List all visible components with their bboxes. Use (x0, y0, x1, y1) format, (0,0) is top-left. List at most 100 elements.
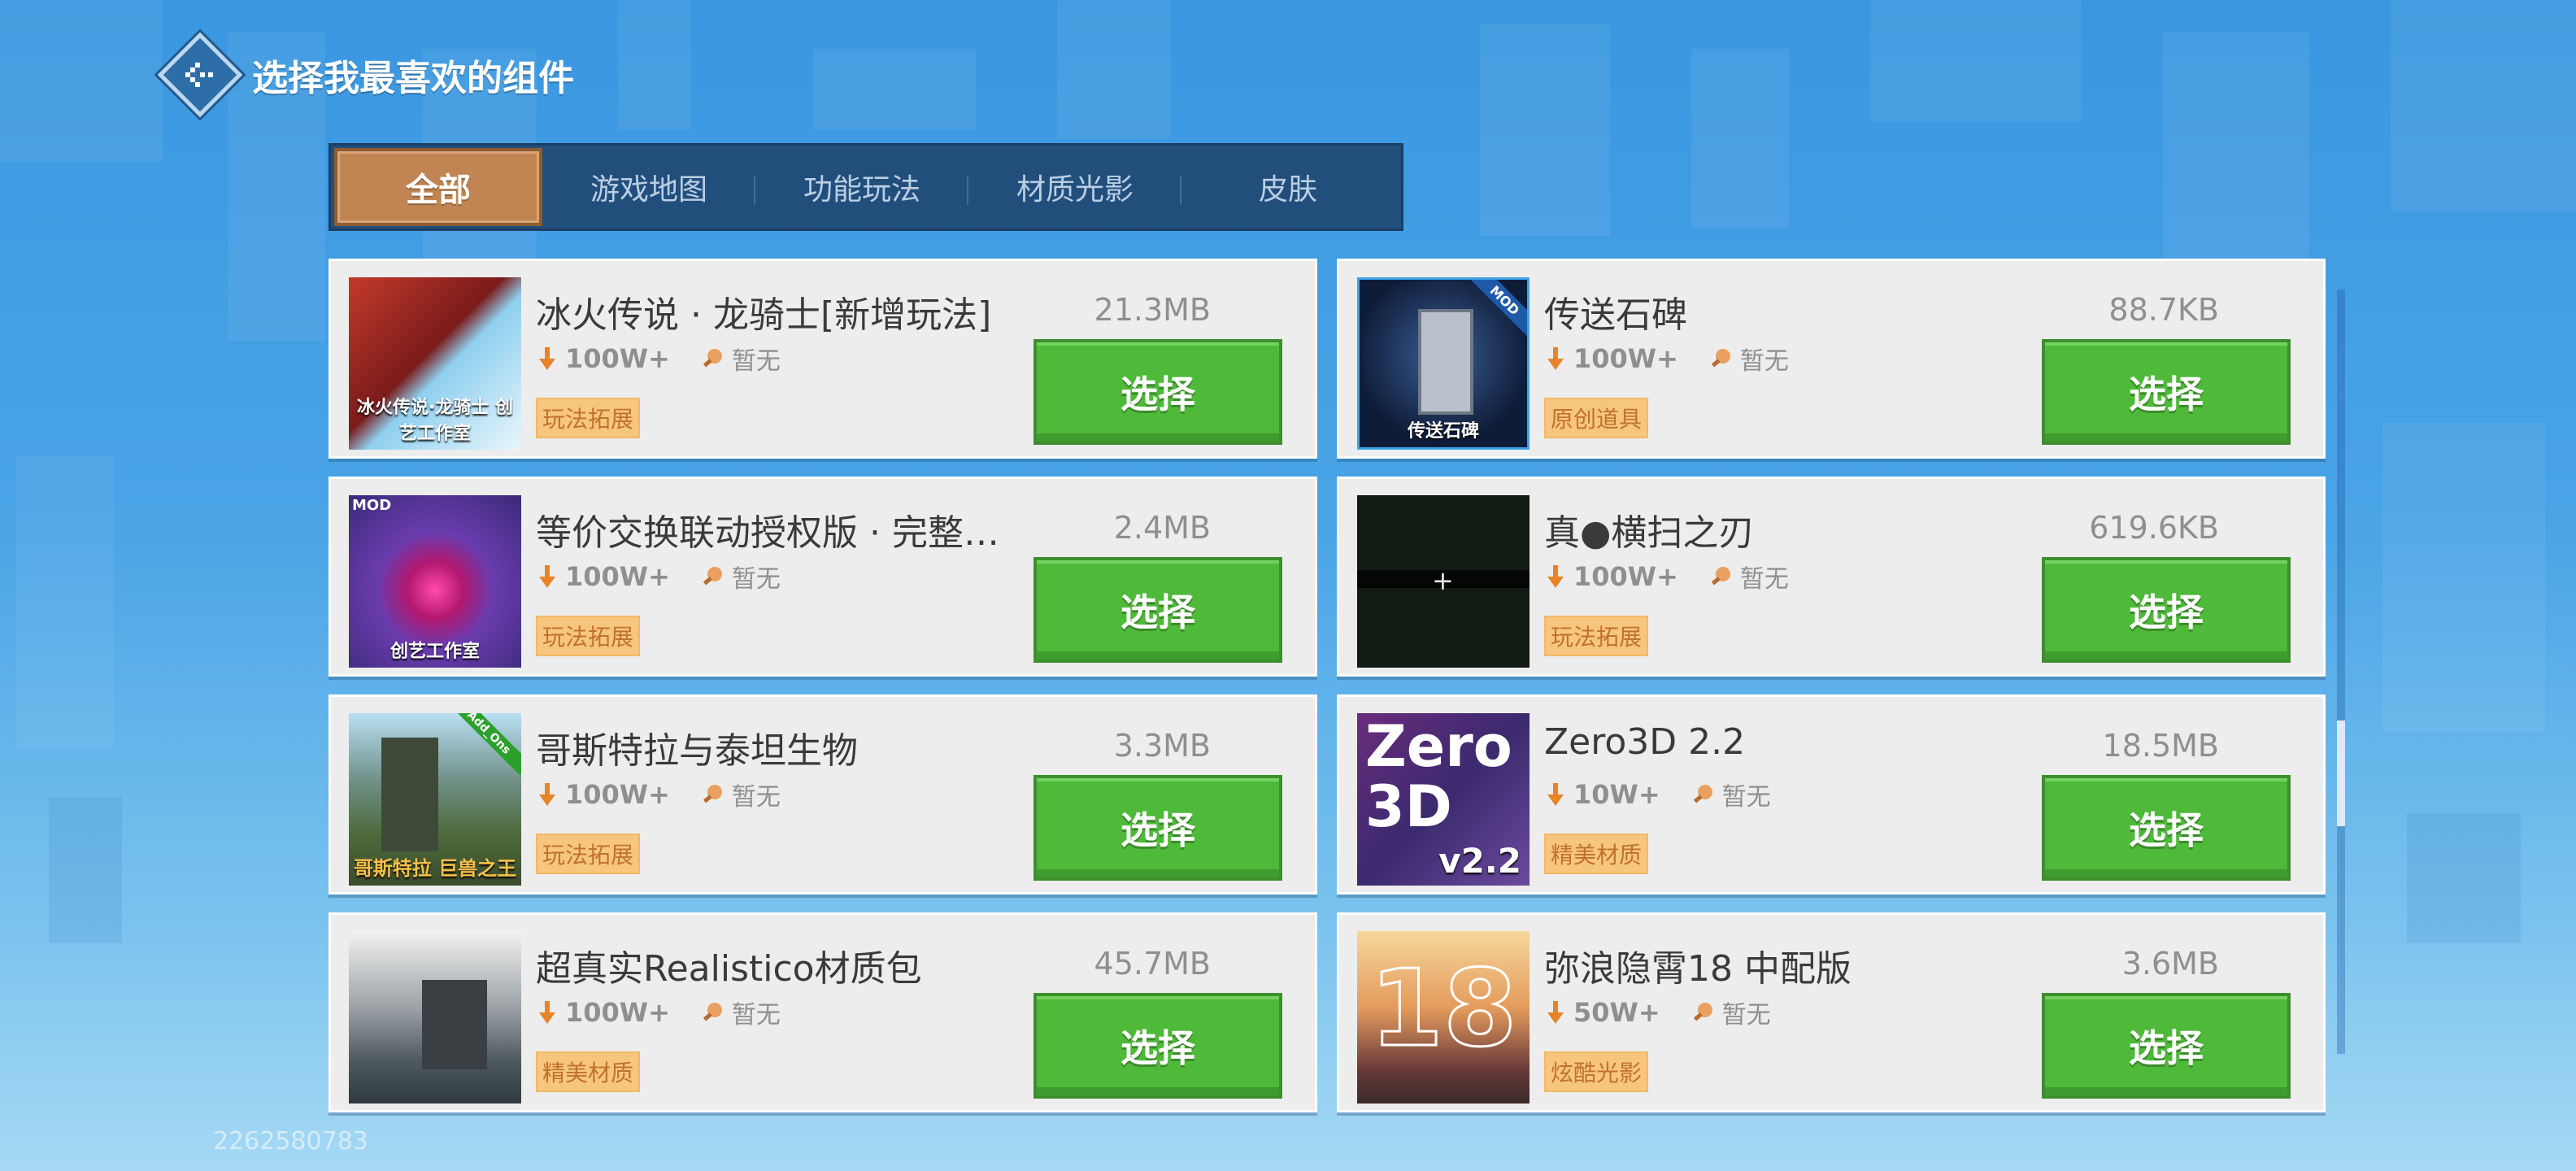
component-card[interactable]: MOD 创艺工作室 等价交换联动授权版 · 完整… 100W+ 暂无 玩法拓展 … (329, 477, 1317, 677)
rating-icon (1690, 999, 1716, 1025)
file-size: 18.5MB (2102, 728, 2219, 764)
file-size: 88.7KB (2108, 292, 2219, 328)
category-tag: 玩法拓展 (1544, 616, 1649, 656)
component-name: 哥斯特拉与泰坦生物 (536, 730, 858, 772)
component-meta: 100W+ 暂无 (536, 342, 781, 376)
rating-icon (699, 564, 725, 590)
select-button[interactable]: 选择 (2042, 775, 2291, 881)
scrollbar[interactable] (2337, 289, 2345, 1054)
download-count: 100W+ (565, 343, 670, 374)
component-card[interactable]: MOD 传送石碑 传送石碑 100W+ 暂无 原创道具 88.7KB 选择 (1337, 259, 2326, 459)
download-count: 10W+ (1573, 779, 1660, 810)
select-button[interactable]: 选择 (1033, 993, 1282, 1099)
file-size: 3.6MB (2121, 946, 2219, 982)
download-icon (536, 344, 559, 373)
thumbnail-caption: 18 (1368, 947, 1518, 1070)
thumbnail-caption: 创艺工作室 (389, 642, 480, 662)
download-icon (1544, 344, 1567, 373)
component-card[interactable]: 超真实Realistico材质包 100W+ 暂无 精美材质 45.7MB 选择 (329, 912, 1317, 1112)
file-size: 619.6KB (2089, 510, 2219, 546)
component-name: 弥浪隐霄18 中配版 (1544, 948, 1852, 990)
user-id: 2262580783 (213, 1127, 368, 1156)
category-tag: 玩法拓展 (536, 398, 641, 438)
component-card[interactable]: 18 弥浪隐霄18 中配版 50W+ 暂无 炫酷光影 3.6MB 选择 (1337, 912, 2326, 1112)
component-card[interactable]: Add_Ons 哥斯特拉 巨兽之王 哥斯特拉与泰坦生物 100W+ 暂无 玩法拓… (329, 694, 1317, 895)
rating-text: 暂无 (731, 1001, 781, 1030)
file-size: 45.7MB (1094, 946, 1211, 982)
tab-game-map[interactable]: 游戏地图 (542, 148, 755, 226)
scrollbar-thumb[interactable] (2337, 720, 2345, 826)
back-button[interactable] (157, 32, 243, 118)
tab-all[interactable]: 全部 (334, 148, 542, 226)
select-button[interactable]: 选择 (1033, 339, 1282, 445)
tab-gameplay[interactable]: 功能玩法 (755, 148, 968, 226)
rating-text: 暂无 (731, 347, 781, 376)
category-tag: 炫酷光影 (1544, 1051, 1649, 1092)
component-thumbnail: MOD 创艺工作室 (349, 495, 521, 668)
component-grid: 冰火传说·龙骑士 创艺工作室 冰火传说 · 龙骑士[新增玩法] 100W+ 暂无… (329, 259, 2326, 1112)
component-meta: 100W+ 暂无 (1544, 342, 1789, 376)
rating-text: 暂无 (1739, 565, 1789, 594)
component-name: 等价交换联动授权版 · 完整… (536, 512, 999, 554)
download-count: 100W+ (1573, 343, 1678, 374)
back-arrow-icon (185, 63, 213, 87)
download-icon (536, 562, 559, 591)
sword-icon: + (1432, 565, 1454, 596)
component-thumbnail: Add_Ons 哥斯特拉 巨兽之王 (349, 713, 521, 886)
component-card[interactable]: 冰火传说·龙骑士 创艺工作室 冰火传说 · 龙骑士[新增玩法] 100W+ 暂无… (329, 259, 1317, 459)
tab-texture-shader[interactable]: 材质光影 (968, 148, 1181, 226)
file-size: 3.3MB (1113, 728, 1211, 764)
category-tabs: 全部 游戏地图 功能玩法 材质光影 皮肤 (329, 143, 1403, 231)
download-icon (1544, 998, 1567, 1027)
tab-skin[interactable]: 皮肤 (1181, 148, 1395, 226)
thumbnail-caption: 传送石碑 (1407, 421, 1479, 442)
category-tag: 精美材质 (1544, 834, 1649, 874)
thumbnail-caption: 冰火传说·龙骑士 创艺工作室 (356, 398, 514, 444)
component-thumbnail: Zero 3D v2.2 (1357, 713, 1530, 886)
select-button[interactable]: 选择 (1033, 557, 1282, 663)
download-count: 100W+ (565, 561, 670, 592)
component-name: 超真实Realistico材质包 (536, 948, 922, 990)
rating-icon (699, 999, 725, 1025)
component-thumbnail (349, 931, 521, 1104)
file-size: 2.4MB (1113, 510, 1211, 546)
component-meta: 100W+ 暂无 (536, 778, 781, 812)
select-button[interactable]: 选择 (1033, 775, 1282, 881)
category-tag: 原创道具 (1544, 398, 1649, 438)
file-size: 21.3MB (1094, 292, 1211, 328)
rating-icon (1708, 564, 1734, 590)
select-button[interactable]: 选择 (2042, 339, 2291, 445)
category-tag: 精美材质 (536, 1051, 641, 1092)
select-button[interactable]: 选择 (2042, 993, 2291, 1099)
download-count: 50W+ (1573, 997, 1660, 1028)
download-icon (1544, 562, 1567, 591)
category-tag: 玩法拓展 (536, 616, 641, 656)
component-name: 冰火传说 · 龙骑士[新增玩法] (536, 294, 992, 336)
mod-label: MOD (352, 497, 392, 514)
component-card[interactable]: Zero 3D v2.2 Zero3D 2.2 10W+ 暂无 精美材质 18.… (1337, 694, 2326, 895)
header: 选择我最喜欢的组件 (157, 32, 574, 118)
select-button[interactable]: 选择 (2042, 557, 2291, 663)
thumbnail-caption: 哥斯特拉 巨兽之王 (353, 857, 517, 880)
download-count: 100W+ (565, 779, 670, 810)
page-title: 选择我最喜欢的组件 (252, 58, 574, 99)
component-card[interactable]: + 真●横扫之刃 100W+ 暂无 玩法拓展 619.6KB 选择 (1337, 477, 2326, 677)
component-thumbnail: + (1357, 495, 1530, 668)
rating-icon (1690, 781, 1716, 808)
component-name: Zero3D 2.2 (1544, 721, 1746, 763)
thumbnail-caption: v2.2 (1438, 841, 1521, 881)
addon-badge: Add_Ons (446, 713, 521, 776)
component-name: 真●横扫之刃 (1544, 512, 1755, 554)
component-meta: 100W+ 暂无 (536, 996, 781, 1030)
rating-text: 暂无 (731, 783, 781, 812)
rating-text: 暂无 (1739, 347, 1789, 376)
rating-text: 暂无 (1721, 783, 1771, 812)
component-thumbnail: 18 (1357, 931, 1530, 1104)
download-icon (536, 998, 559, 1027)
component-meta: 100W+ 暂无 (536, 560, 781, 594)
rating-text: 暂无 (731, 565, 781, 594)
component-meta: 50W+ 暂无 (1544, 996, 1771, 1030)
download-icon (536, 780, 559, 809)
mod-badge: MOD (1469, 280, 1527, 337)
rating-icon (699, 781, 725, 808)
